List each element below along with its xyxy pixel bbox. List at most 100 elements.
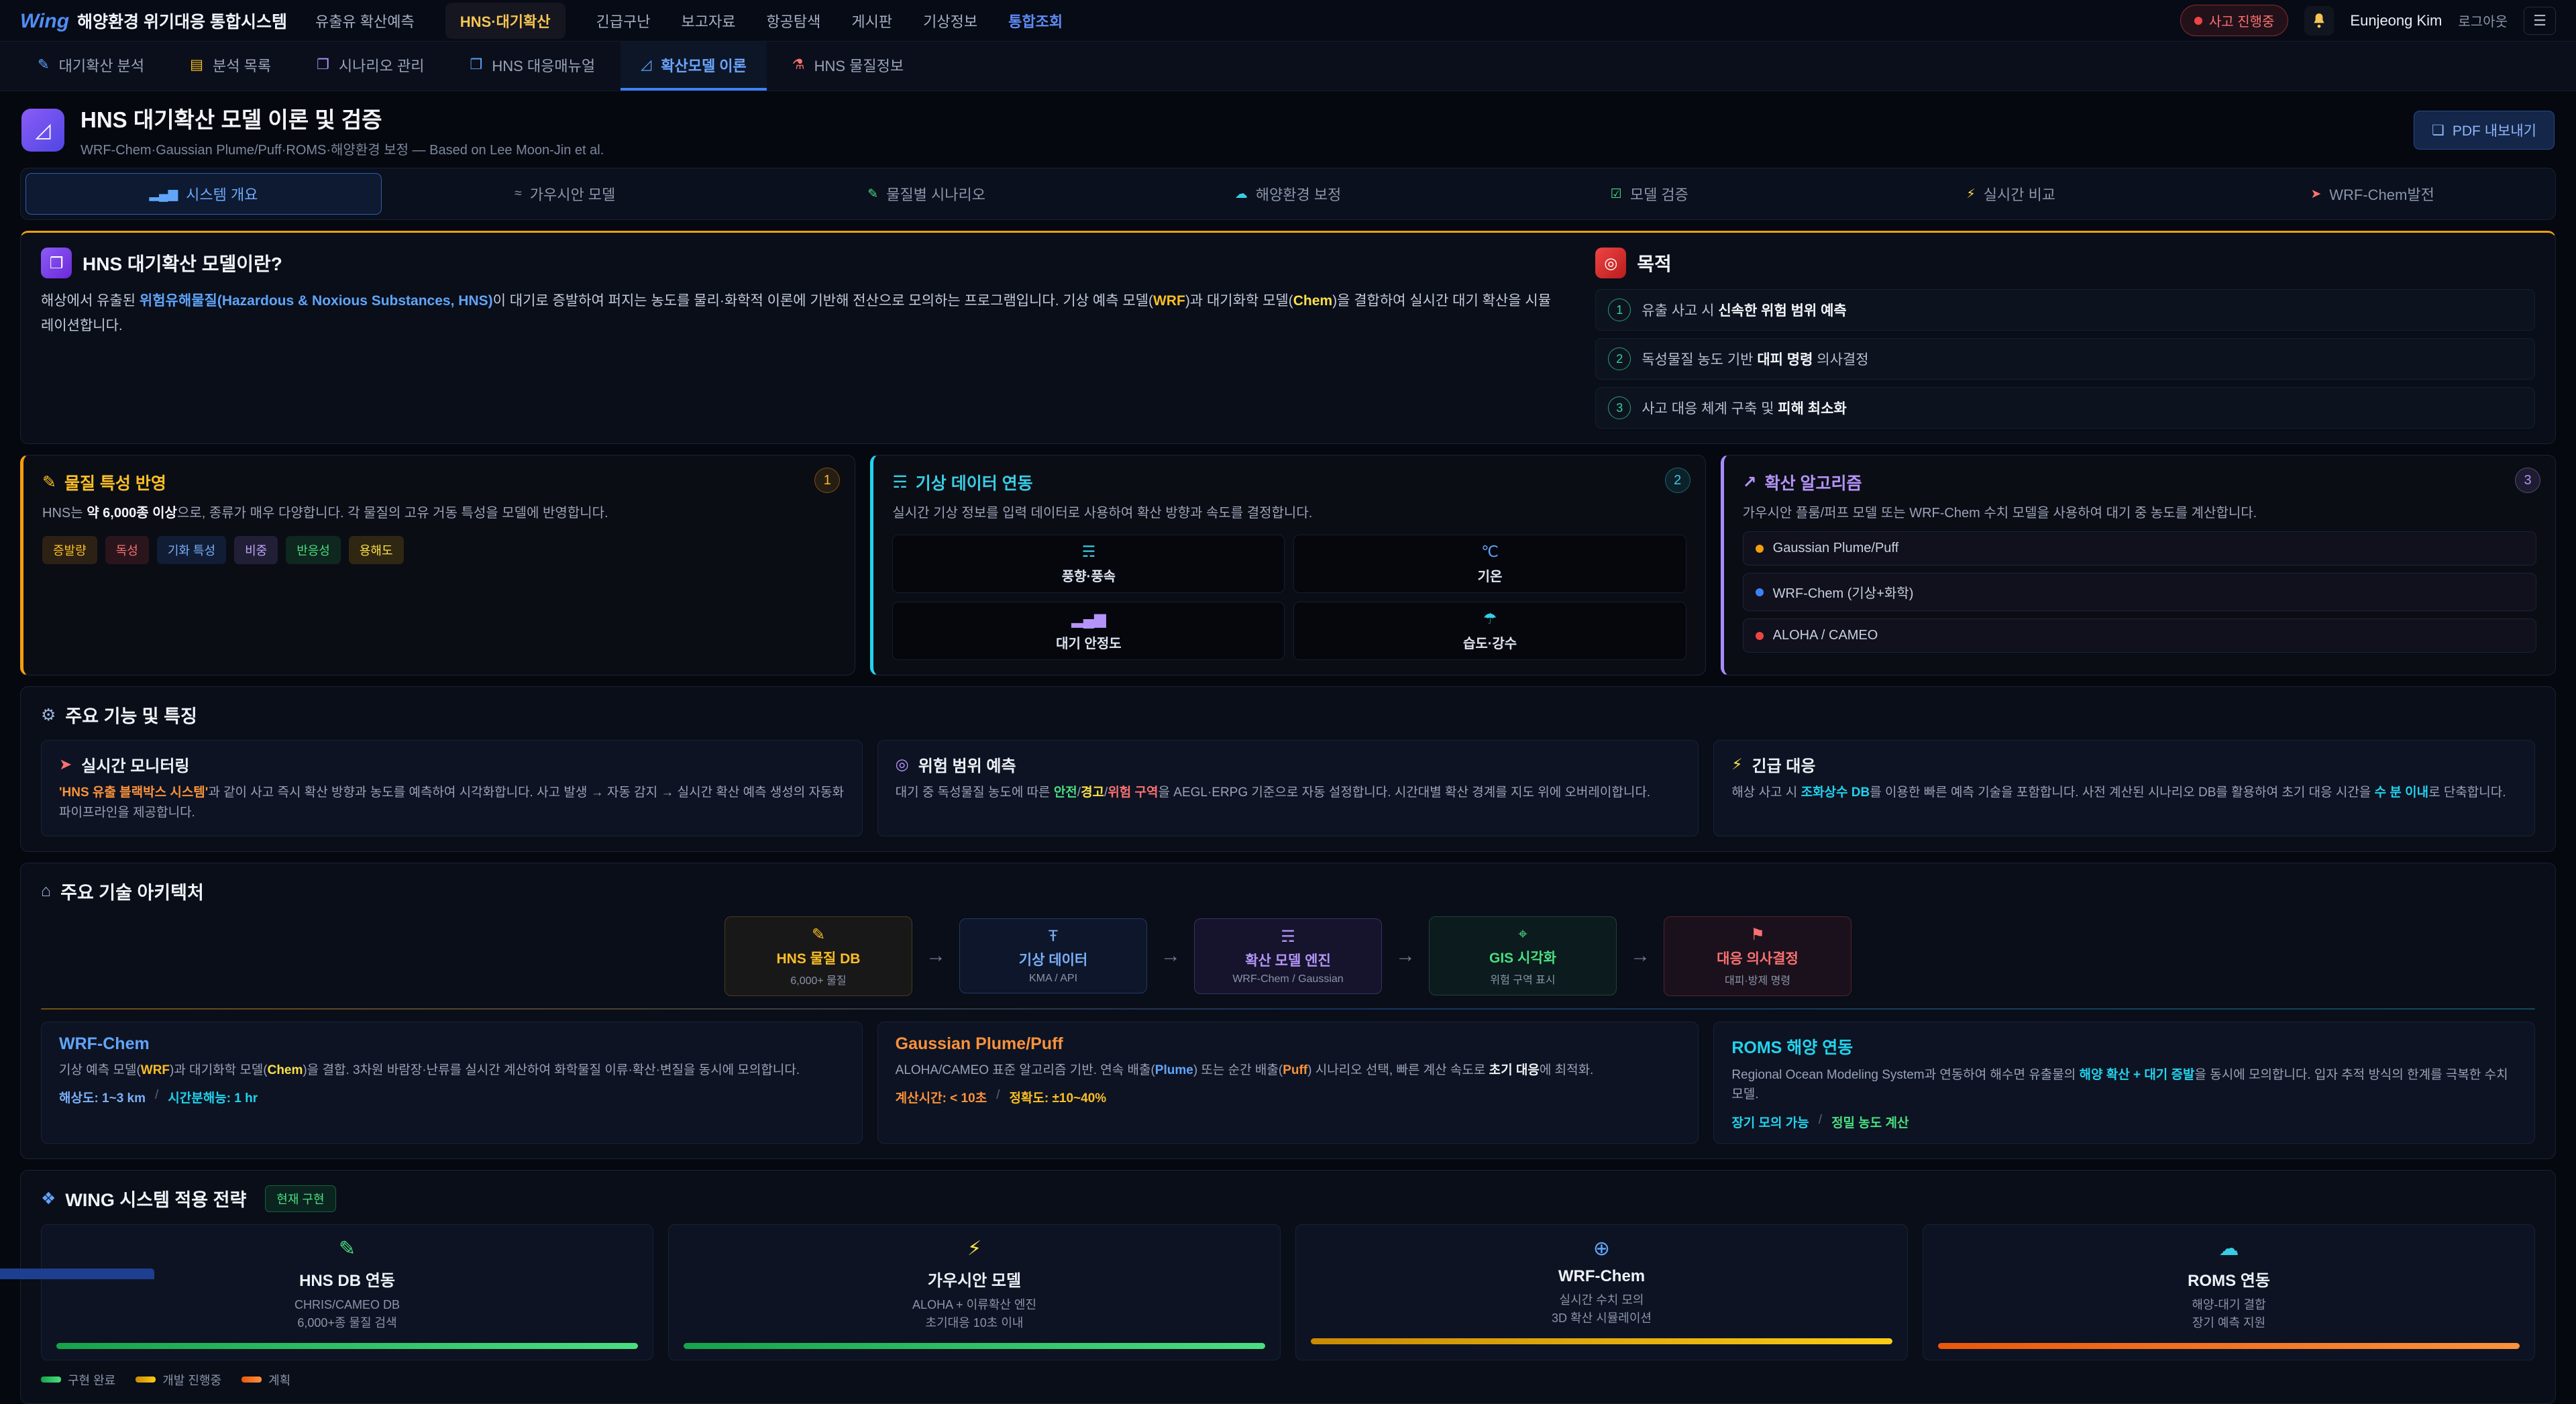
progress-bar [1938,1343,2520,1349]
purpose-item: 3 사고 대응 체계 구축 및 피해 최소화 [1595,387,2535,429]
logout-button[interactable]: 로그아웃 [2458,11,2508,30]
flow-node-decision: ⚑ 대응 의사결정 대피·방제 명령 [1664,916,1851,996]
cloud-icon: ☁ [1938,1237,2520,1260]
features-panel: ⚙ 주요 기능 및 특징 ➤ 실시간 모니터링 'HNS 유출 블랙박스 시스템… [20,686,2556,852]
tab-model-validation[interactable]: ☑ 모델 검증 [1471,173,1827,215]
tab-realtime-compare[interactable]: ⚡ 실시간 비교 [1833,173,2189,215]
section-tab-bar: ▂▄▆ 시스템 개요 ≈ 가우시안 모델 ✎ 물질별 시나리오 ☁ 해양환경 보… [20,168,2556,220]
weather-link-card: ☴ 기상 데이터 연동 2 실시간 기상 정보를 입력 데이터로 사용하여 확산… [870,455,1705,676]
tab-system-overview[interactable]: ▂▄▆ 시스템 개요 [25,173,382,215]
tag-evaporation[interactable]: 증발량 [42,536,97,564]
status-legend: 구현 완료 개발 진행중 계획 [41,1371,2535,1389]
legend-done: 구현 완료 [41,1371,115,1389]
tab-gaussian-model[interactable]: ≈ 가우시안 모델 [387,173,743,215]
flow-node-gis: ⌖ GIS 시각화 위험 구역 표시 [1429,916,1617,995]
subnav: ✎ 대기확산 분석 ▤ 분석 목록 ❐ 시나리오 관리 ❒ HNS 대응매뉴얼 … [0,42,2576,91]
subnav-item-analysis[interactable]: ✎ 대기확산 분석 [17,42,164,91]
menu-weather-info[interactable]: 기상정보 [923,10,977,32]
weather-cell-humidity: ☂ 습도·강수 [1293,602,1686,660]
legend-planned: 계획 [241,1371,290,1389]
building-icon: ⌂ [41,881,51,901]
pencil-icon: ✎ [38,56,50,73]
card-number-badge: 2 [1665,468,1690,493]
tech-gaussian: Gaussian Plume/Puff ALOHA/CAMEO 표준 알고리즘 … [877,1022,1699,1144]
tag-solubility[interactable]: 용해도 [349,536,404,564]
globe-icon: ⊕ [1311,1237,1892,1260]
app-logo[interactable]: Wing 해양환경 위기대응 통합시스템 [20,9,287,33]
bullet-dot-icon [1756,588,1764,596]
menu-air-search[interactable]: 항공탐색 [766,10,820,32]
weather-cell-temperature: ℃ 기온 [1293,535,1686,593]
purpose-number: 2 [1608,347,1631,370]
algorithm-item[interactable]: Gaussian Plume/Puff [1743,531,2536,565]
tag-vaporization[interactable]: 기화 특성 [157,536,226,564]
tab-substance-scenario[interactable]: ✎ 물질별 시나리오 [749,173,1105,215]
algorithm-item[interactable]: ALOHA / CAMEO [1743,618,2536,653]
legend-in-progress: 개발 진행중 [136,1371,221,1389]
tab-ocean-correction[interactable]: ☁ 해양환경 보정 [1110,173,1466,215]
subnav-item-model-theory[interactable]: ◿ 확산모델 이론 [621,42,767,91]
flow-node-hns-db: ✎ HNS 물질 DB 6,000+ 물질 [724,916,912,996]
tag-toxicity[interactable]: 독성 [105,536,149,564]
intro-panel: ❒ HNS 대기확산 모델이란? 해상에서 유출된 위험유해물질(Hazardo… [20,231,2556,444]
rocket-icon: ➤ [59,755,72,773]
wing-strategy-panel: ❖ WING 시스템 적용 전략 현재 구현 ✎ HNS DB 연동 CHRIS… [20,1170,2556,1404]
menu-emergency-rescue[interactable]: 긴급구난 [596,10,651,32]
list-icon: ▤ [190,56,203,73]
subnav-item-response-manual[interactable]: ❒ HNS 대응매뉴얼 [449,42,615,91]
incident-label: 사고 진행중 [2209,11,2275,30]
lightning-icon: ⚡ [684,1237,1265,1260]
tag-reactivity[interactable]: 반응성 [286,536,341,564]
definition-paragraph: 해상에서 유출된 위험유해물질(Hazardous & Noxious Subs… [41,289,1563,339]
menu-board[interactable]: 게시판 [851,10,892,32]
main-content: ▂▄▆ 시스템 개요 ≈ 가우시안 모델 ✎ 물질별 시나리오 ☁ 해양환경 보… [0,168,2576,1404]
cloud-icon: ☁ [1235,186,1248,202]
bar-chart-icon: ▂▄▆ [1071,610,1106,628]
flask-icon: ⚗ [792,56,805,73]
target-icon: ◎ [896,755,909,773]
menu-integrated-search[interactable]: 통합조회 [1008,10,1063,32]
hamburger-menu-icon[interactable]: ☰ [2524,7,2556,35]
map-target-icon: ⌖ [1518,925,1527,944]
algorithm-card: ↗ 확산 알고리즘 3 가우시안 플룸/퍼프 모델 또는 WRF-Chem 수치… [1721,455,2556,676]
gear-icon: ⚙ [41,705,56,725]
subnav-item-substance-info[interactable]: ⚗ HNS 물질정보 [772,42,924,91]
chem-term: Chem [1293,293,1332,309]
rocket-icon: ➤ [2310,186,2321,202]
wing-card-wrfchem[interactable]: ⊕ WRF-Chem 실시간 수치 모의 3D 확산 시뮬레이션 [1295,1224,1908,1360]
pencil-icon: ✎ [867,186,878,202]
feature-emergency-response: ⚡ 긴급 대응 해상 사고 시 조화상수 DB를 이용한 빠른 예측 기술을 포… [1713,740,2535,836]
purpose-item: 1 유출 사고 시 신속한 위험 범위 예측 [1595,289,2535,331]
notification-bell-icon[interactable] [2304,6,2334,36]
pdf-export-button[interactable]: ❏ PDF 내보내기 [2414,111,2555,150]
material-properties-card: ✎ 물질 특성 반영 1 HNS는 약 6,000종 이상으로, 종류가 매우 … [20,455,855,676]
algorithm-item[interactable]: WRF-Chem (기상+화학) [1743,573,2536,611]
app-title: 해양환경 위기대응 통합시스템 [77,9,287,33]
page-header: ◿ HNS 대기확산 모델 이론 및 검증 WRF-Chem·Gaussian … [0,91,2576,168]
wind-icon: ☴ [1281,927,1295,947]
incident-status-badge[interactable]: 사고 진행중 [2180,5,2289,36]
menu-oil-diffusion[interactable]: 유출유 확산예측 [315,10,415,32]
tab-wrfchem-evolution[interactable]: ➤ WRF-Chem발전 [2194,173,2551,215]
arrow-icon: → [926,944,946,967]
page-title: HNS 대기확산 모델 이론 및 검증 [80,102,604,134]
purpose-item: 2 독성물질 농도 기반 대피 명령 의사결정 [1595,338,2535,380]
wing-card-roms[interactable]: ☁ ROMS 연동 해양-대기 결합 장기 예측 지원 [1923,1224,2535,1360]
wing-card-gaussian[interactable]: ⚡ 가우시안 모델 ALOHA + 이류확산 엔진 초기대응 10초 이내 [668,1224,1281,1360]
subnav-item-analysis-list[interactable]: ▤ 분석 목록 [170,42,291,91]
book-icon: ❒ [470,56,482,73]
legend-chip-icon [241,1376,262,1383]
menu-hns-air-diffusion[interactable]: HNS·대기확산 [445,3,566,39]
subnav-item-scenario-management[interactable]: ❐ 시나리오 관리 [297,42,444,91]
menu-reports[interactable]: 보고자료 [681,10,735,32]
wing-heading: WING 시스템 적용 전략 [65,1185,246,1211]
main-menu: 유출유 확산예측 HNS·대기확산 긴급구난 보고자료 항공탐색 게시판 기상정… [315,3,2152,39]
wing-card-hns-db[interactable]: ✎ HNS DB 연동 CHRIS/CAMEO DB 6,000+종 물질 검색 [41,1224,653,1360]
document-icon: ❏ [2432,122,2445,139]
topbar: Wing 해양환경 위기대응 통합시스템 유출유 확산예측 HNS·대기확산 긴… [0,0,2576,42]
purpose-heading: 목적 [1637,250,1672,276]
tag-specific-gravity[interactable]: 비중 [234,536,278,564]
spec-cards-row: ✎ 물질 특성 반영 1 HNS는 약 6,000종 이상으로, 종류가 매우 … [20,455,2556,676]
thermometer-icon: ℃ [1481,543,1499,561]
features-heading: 주요 기능 및 특징 [65,702,197,728]
